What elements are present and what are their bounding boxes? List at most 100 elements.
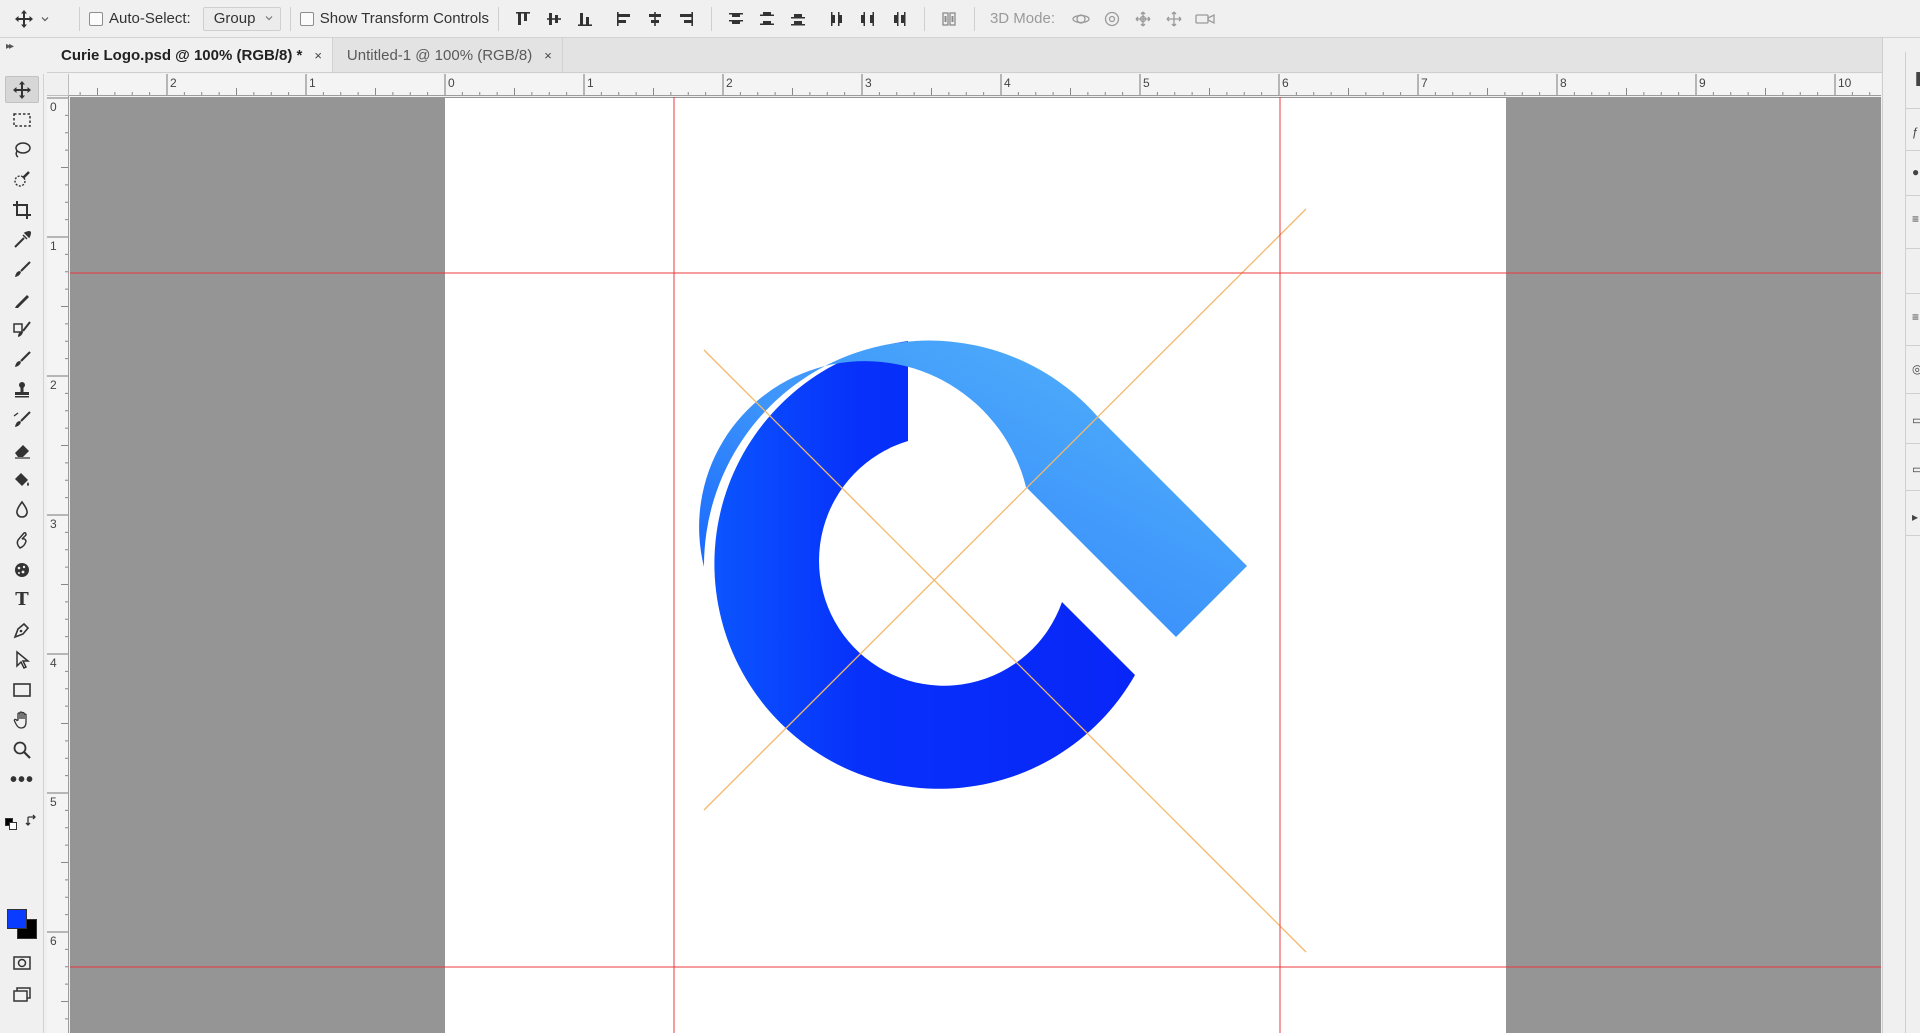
align-horizontal-centers-button[interactable]: [640, 4, 671, 34]
separator: [79, 6, 80, 31]
auto-select-target-value: Group: [213, 10, 256, 27]
hand-tool[interactable]: [5, 706, 39, 733]
separator: [1905, 490, 1920, 491]
crop-tool[interactable]: [5, 196, 39, 223]
close-icon[interactable]: ×: [314, 48, 322, 63]
auto-select-label: Auto-Select:: [109, 10, 191, 27]
lasso-tool[interactable]: [5, 136, 39, 163]
ruler-label: 0: [448, 76, 455, 90]
foreground-color-swatch[interactable]: [7, 909, 27, 929]
vertical-ruler[interactable]: 0 1 2 3 4 5 6: [47, 96, 69, 1033]
align-vcenter-icon: [547, 12, 562, 25]
pan-icon: [1135, 11, 1150, 26]
tool-preset-picker[interactable]: [14, 9, 70, 29]
path-selection-tool[interactable]: [5, 646, 39, 673]
ruler-label: 3: [865, 76, 872, 90]
align-bottom-edges-button[interactable]: [570, 4, 601, 34]
quick-selection-tool[interactable]: [5, 166, 39, 193]
ruler-label: 5: [50, 795, 57, 809]
align-right-edges-button[interactable]: [671, 4, 702, 34]
paths-panel-icon[interactable]: ●: [1912, 165, 1920, 179]
align-right-icon: [680, 11, 694, 26]
sponge-tool[interactable]: [5, 556, 39, 583]
auto-select-target-dropdown[interactable]: Group: [202, 6, 281, 31]
show-transform-checkbox-box[interactable]: [299, 11, 314, 26]
ruler-label: 7: [1421, 76, 1428, 90]
styles-panel-icon[interactable]: ◎: [1912, 362, 1920, 376]
close-icon[interactable]: ×: [544, 48, 552, 63]
separator: [289, 6, 291, 31]
tab-untitled-1[interactable]: Untitled-1 @ 100% (RGB/8) ×: [333, 38, 563, 72]
paint-bucket-tool[interactable]: [5, 466, 39, 493]
distribute-left-button[interactable]: [822, 4, 853, 34]
tab-curie-logo[interactable]: Curie Logo.psd @ 100% (RGB/8) * ×: [47, 38, 333, 72]
adjustments-panel-icon[interactable]: ≡: [1912, 310, 1920, 324]
type-tool[interactable]: T: [5, 586, 39, 613]
drop-icon: [16, 500, 28, 518]
align-top-edges-button[interactable]: [508, 4, 539, 34]
hand-icon: [13, 710, 27, 729]
properties-panel-icon[interactable]: ≡: [1912, 212, 1920, 226]
eraser-icon: [15, 444, 30, 459]
history-panel-icon[interactable]: ▐: [1912, 72, 1920, 86]
screen-mode-button[interactable]: [5, 981, 39, 1008]
pencil-tool[interactable]: [5, 286, 39, 313]
align-left-edges-button[interactable]: [609, 4, 640, 34]
comments-panel-icon[interactable]: ▭: [1912, 413, 1920, 427]
move-icon: [14, 9, 34, 29]
move-tool[interactable]: [5, 76, 39, 103]
3d-pan-button[interactable]: [1127, 4, 1158, 34]
distribute-vcenter-button[interactable]: [752, 4, 783, 34]
history-brush-tool[interactable]: [5, 346, 39, 373]
ruler-origin[interactable]: [47, 74, 69, 96]
align-hcenter-icon: [649, 11, 662, 26]
zoom-icon: [13, 741, 31, 759]
eraser-tool[interactable]: [5, 436, 39, 463]
zoom-tool[interactable]: [5, 736, 39, 763]
auto-align-layers-button[interactable]: [934, 4, 965, 34]
clone-stamp-tool[interactable]: [5, 316, 39, 343]
3d-roll-button[interactable]: [1096, 4, 1127, 34]
pencil-icon: [15, 294, 29, 308]
more-icon: •••: [9, 768, 34, 791]
align-vertical-centers-button[interactable]: [539, 4, 570, 34]
show-transform-controls-checkbox[interactable]: Show Transform Controls: [299, 10, 489, 27]
auto-select-checkbox[interactable]: Auto-Select:: [89, 10, 191, 27]
swap-colors-icon[interactable]: [25, 814, 39, 831]
brush-icon: [15, 350, 31, 367]
rectangle-icon: [13, 682, 31, 697]
ruler-label: 4: [50, 656, 57, 670]
type-icon: T: [15, 589, 29, 610]
ruler-label: 6: [50, 934, 57, 948]
auto-select-checkbox-box[interactable]: [89, 11, 103, 26]
3d-slide-button[interactable]: [1158, 4, 1189, 34]
brush-panel-icon[interactable]: ƒ: [1912, 125, 1920, 139]
collapse-panel-icon[interactable]: ▸▸: [6, 41, 14, 52]
ruler-label: 2: [170, 76, 177, 90]
eyedropper-icon: [14, 230, 32, 248]
canvas-pasteboard[interactable]: [70, 97, 1881, 1033]
move-icon: [13, 80, 31, 99]
rectangular-marquee-tool[interactable]: [5, 106, 39, 133]
3d-scale-button[interactable]: [1189, 4, 1220, 34]
eyedropper-tool[interactable]: [5, 226, 39, 253]
distribute-top-button[interactable]: [721, 4, 752, 34]
rectangle-tool[interactable]: [5, 676, 39, 703]
stamp-tool[interactable]: [5, 376, 39, 403]
distribute-bottom-button[interactable]: [783, 4, 814, 34]
art-history-brush-tool[interactable]: [5, 406, 39, 433]
distribute-hcenter-button[interactable]: [853, 4, 884, 34]
brush-tool[interactable]: [5, 256, 39, 283]
quick-mask-button[interactable]: [5, 949, 39, 976]
distribute-right-button[interactable]: [884, 4, 915, 34]
3d-orbit-button[interactable]: [1065, 4, 1096, 34]
edit-toolbar-button[interactable]: •••: [5, 766, 39, 793]
blur-tool[interactable]: [5, 496, 39, 523]
pen-tool[interactable]: [5, 616, 39, 643]
info-panel-icon[interactable]: ▸: [1912, 510, 1920, 524]
horizontal-ruler[interactable]: 2 1 0 1 2 3 4 5 6 7 8 9 10: [69, 74, 1881, 96]
distribute-top-icon: [729, 12, 744, 24]
smudge-tool[interactable]: [5, 526, 39, 553]
quick-selection-icon: [14, 170, 30, 187]
notes-panel-icon[interactable]: ▭: [1912, 462, 1920, 476]
